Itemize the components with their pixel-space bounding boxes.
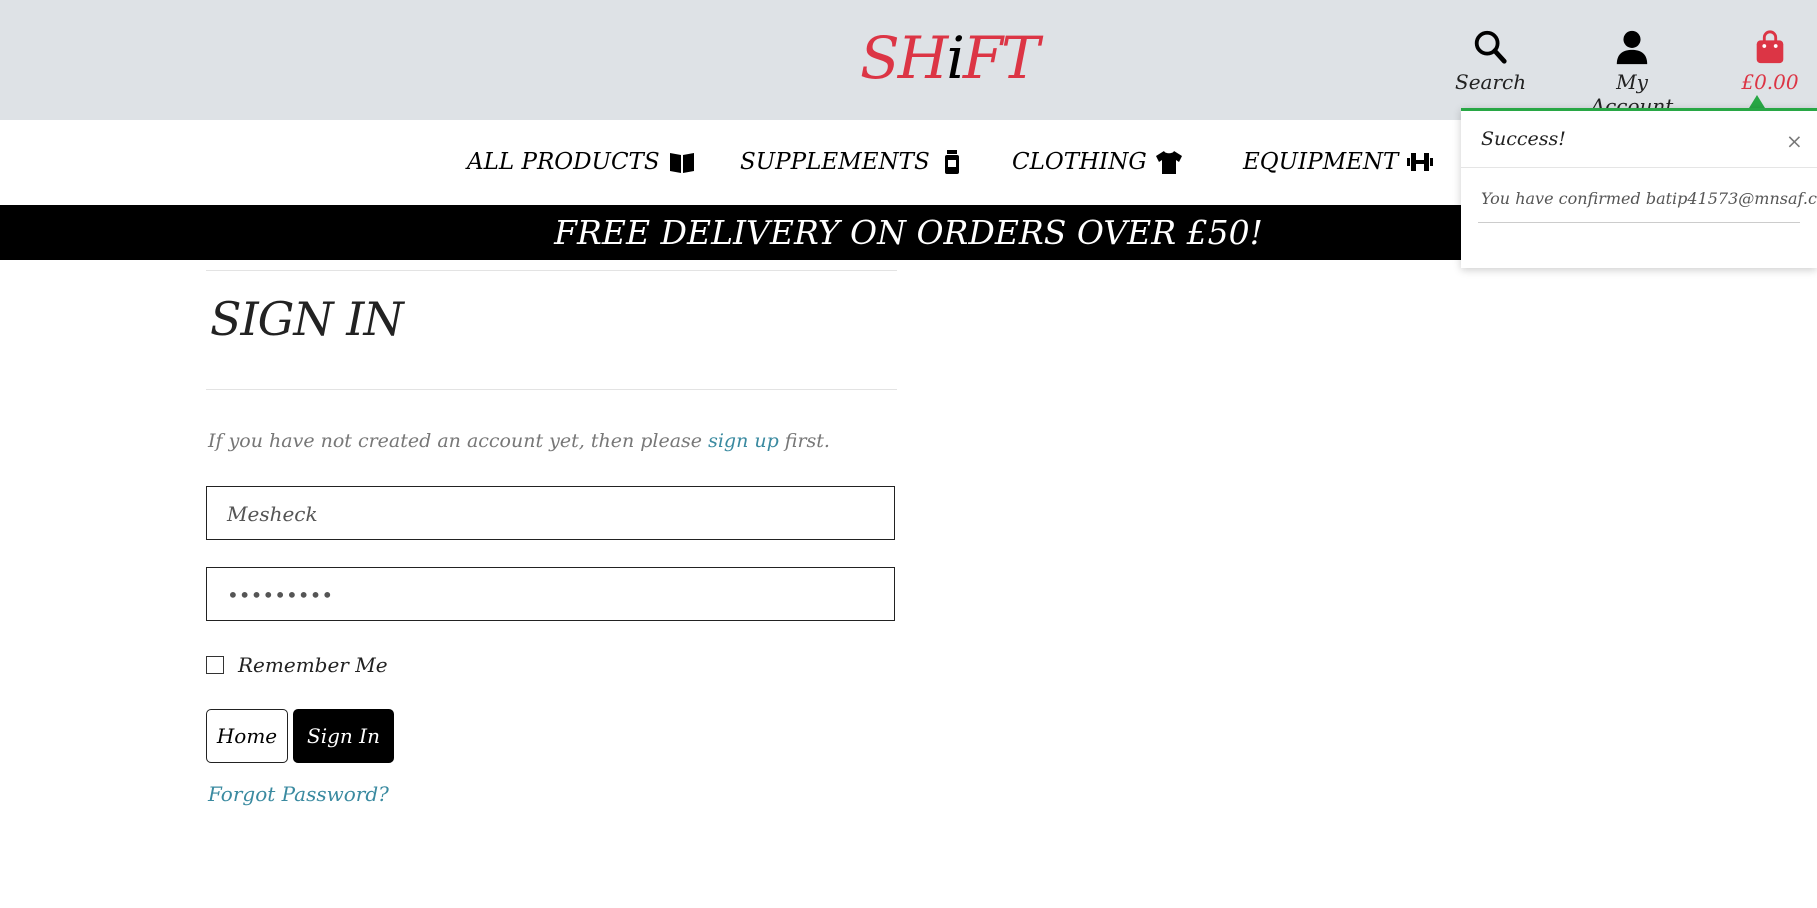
top-header: SHiFT Search My Account £0.00 [0,0,1817,120]
nav-item-label: ALL PRODUCTS [467,149,660,175]
dumbbell-icon [1407,153,1434,171]
jar-icon [944,150,959,174]
home-button[interactable]: Home [206,709,288,763]
signup-prompt-suffix: first. [778,430,830,452]
sign-in-button[interactable]: Sign In [293,709,394,763]
nav-item-label: CLOTHING [1012,149,1147,175]
divider [206,389,897,390]
page-title: SIGN IN [210,292,404,346]
nav-item-label: SUPPLEMENTS [740,149,930,175]
search-icon [1474,30,1507,64]
banner-text: FREE DELIVERY ON ORDERS OVER £50! [554,213,1263,252]
forgot-password-link[interactable]: Forgot Password? [208,782,389,806]
search-label: Search [1455,70,1527,94]
signup-link[interactable]: sign up [708,430,779,452]
signup-prompt: If you have not created an account yet, … [208,430,830,452]
divider [206,270,897,271]
shopping-bag-link[interactable]: £0.00 [1740,28,1800,94]
success-toast: Success! × You have confirmed batip41573… [1461,108,1817,268]
nav-item-supplements[interactable]: SUPPLEMENTS [740,148,966,176]
logo-text-part1: SH [860,24,948,92]
tshirt-icon [1155,151,1182,174]
remember-me-label[interactable]: Remember Me [238,653,388,677]
toast-divider [1461,167,1817,168]
signup-prompt-text: If you have not created an account yet, … [208,430,709,452]
user-icon [1616,30,1648,65]
nav-item-clothing[interactable]: CLOTHING [1012,148,1183,176]
username-field[interactable]: Mesheck [206,486,895,540]
remember-me-checkbox[interactable] [206,656,224,674]
site-logo[interactable]: SHiFT [860,24,1040,92]
my-account-link[interactable]: My Account [1580,28,1684,118]
nav-item-all-products[interactable]: ALL PRODUCTS [467,148,696,176]
toast-message: You have confirmed batip41573@mnsaf.com. [1481,189,1817,208]
toast-title: Success! [1481,128,1566,150]
nav-item-label: EQUIPMENT [1243,149,1399,175]
shopping-bag-icon [1756,30,1784,64]
search-link[interactable]: Search [1455,28,1527,94]
close-icon[interactable]: × [1786,129,1803,153]
toast-arrow [1749,95,1765,108]
password-field[interactable]: ••••••••• [206,567,895,621]
toast-underline [1478,222,1800,223]
bag-total: £0.00 [1741,70,1799,94]
logo-text-part3: FT [962,24,1040,92]
logo-text-part2: i [946,24,965,92]
book-open-icon [669,153,694,173]
nav-item-equipment[interactable]: EQUIPMENT [1243,148,1434,176]
